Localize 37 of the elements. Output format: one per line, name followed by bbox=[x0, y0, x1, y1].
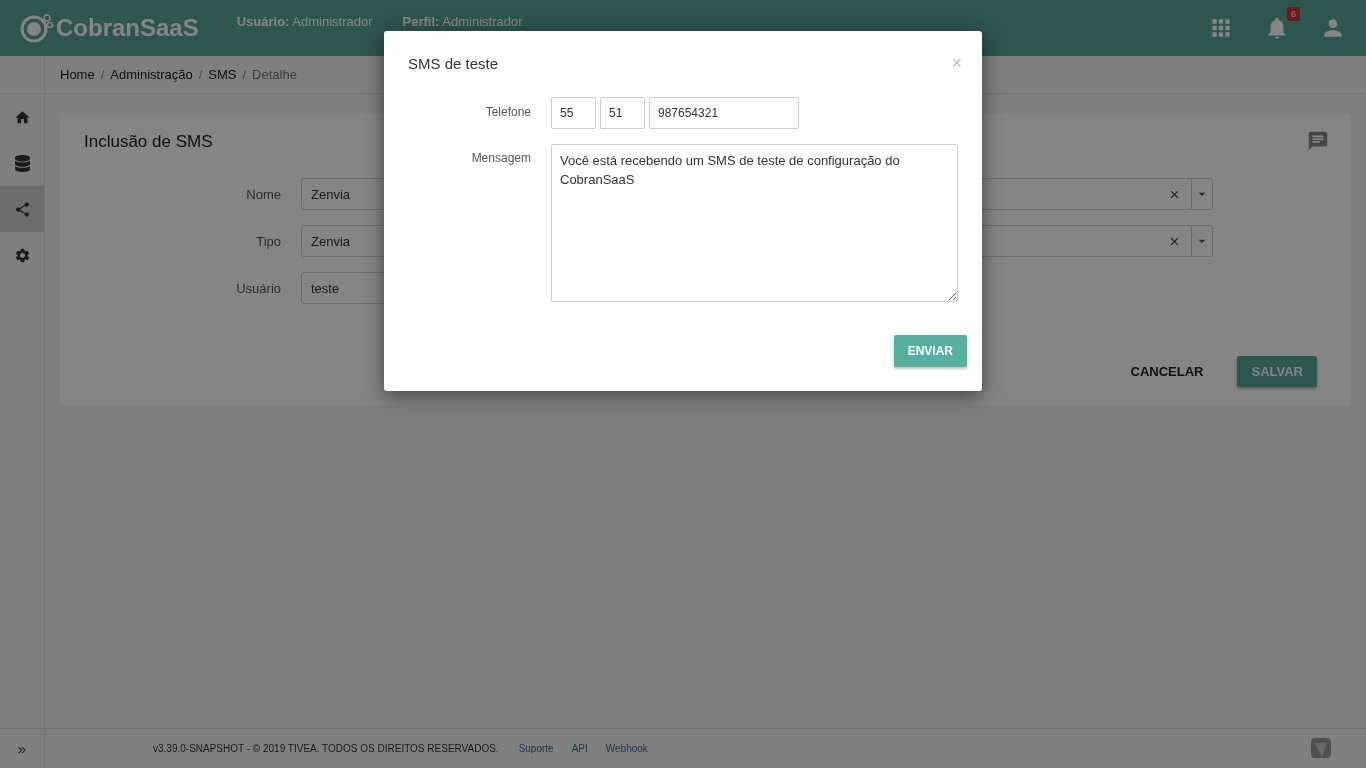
footer-link[interactable]: Webhook bbox=[605, 743, 648, 754]
dialog-title: SMS de teste bbox=[408, 55, 499, 72]
expand-button[interactable]: » bbox=[17, 740, 27, 757]
message-field[interactable]: Você está recebendo um SMS de teste de configuração do CobranSaaS bbox=[551, 144, 958, 302]
breadcrumb-separator: / bbox=[100, 67, 105, 82]
phone-field[interactable]: 51 bbox=[600, 97, 645, 129]
database-icon bbox=[13, 154, 31, 172]
field-label: Telefone bbox=[484, 104, 531, 121]
field-label: Tipo bbox=[255, 233, 281, 249]
footer-link[interactable]: API bbox=[571, 743, 588, 754]
field-label: Nome bbox=[245, 186, 281, 202]
notification-badge: 6 bbox=[1287, 7, 1300, 21]
user-info: Usuário: Administrador bbox=[236, 14, 373, 29]
field-label: Mensagem bbox=[470, 150, 531, 167]
breadcrumb-item: Detalhe bbox=[252, 67, 297, 82]
sidebar-item[interactable] bbox=[0, 186, 44, 232]
breadcrumb-separator: / bbox=[242, 67, 247, 82]
footer-link[interactable]: Suporte bbox=[518, 743, 554, 754]
home-icon bbox=[13, 108, 31, 126]
settings-icon bbox=[13, 246, 31, 264]
chat-icon[interactable] bbox=[1307, 130, 1329, 152]
phone-field[interactable]: 55 bbox=[551, 97, 596, 129]
profile-info: Perfil: Administrador bbox=[402, 14, 523, 29]
breadcrumb-item[interactable]: SMS bbox=[208, 67, 237, 82]
breadcrumb-item[interactable]: Home bbox=[60, 67, 95, 82]
card-title: Inclusão de SMS bbox=[84, 132, 213, 152]
breadcrumb-item[interactable]: Administração bbox=[110, 67, 193, 82]
breadcrumb-separator: / bbox=[198, 67, 203, 82]
copyright-text: v3.39.0-SNAPSHOT - © 2019 TIVEA. TODOS OS DIREITOS RESERVADOS. bbox=[153, 743, 499, 754]
share-icon bbox=[13, 200, 31, 218]
phone-field[interactable]: 987654321 bbox=[649, 97, 799, 129]
cancel-button[interactable]: CANCELAR bbox=[1116, 356, 1218, 387]
brand-icon bbox=[1310, 736, 1332, 761]
coin-icon bbox=[20, 13, 54, 43]
field-label: Usuário bbox=[235, 280, 281, 296]
logo-text: CobranSaaS bbox=[56, 14, 199, 42]
send-button[interactable]: ENVIAR bbox=[893, 335, 967, 367]
